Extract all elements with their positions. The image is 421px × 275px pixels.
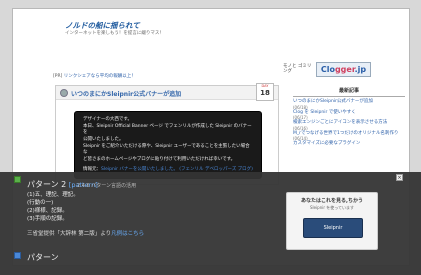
- overlay-title-2: パターン: [27, 253, 59, 262]
- definition-line: (3)手順の記録。: [27, 216, 68, 222]
- pr-notice[interactable]: [PR] リンクシェアなら平均の報酬以上！: [53, 73, 136, 79]
- definition-line: (2)様様、記録。: [27, 208, 68, 214]
- blog-subtitle: インターネットを楽しもう！を提言に綴りマス！: [65, 31, 164, 36]
- banner-logo-accent: gger: [334, 65, 355, 74]
- post-title[interactable]: いつのまにかSleipnir公式バナーが追加: [71, 89, 181, 98]
- definition-line: (行動の一): [27, 200, 54, 206]
- day-number: 18: [260, 89, 270, 97]
- source-text: 三省堂提供「大辞林 第二版」より: [27, 231, 112, 237]
- definition-list: (1)五、理記、理記。 (行動の一) (2)様様、記録。 (3)手順の記録。: [27, 191, 79, 223]
- definition-line: (1)五、理記、理記。: [27, 192, 79, 198]
- clogger-banner[interactable]: Clogger.jp: [316, 62, 371, 77]
- banner-logo-end: .jp: [354, 65, 367, 74]
- sleipnir-banner-button[interactable]: Sleipnir: [303, 218, 363, 238]
- close-icon[interactable]: ×: [396, 174, 403, 181]
- blue-square-icon: [14, 252, 21, 259]
- sidebar-item[interactable]: カスタマイズに必要なプラグイン: [293, 141, 405, 147]
- pr-link[interactable]: リンクシェアなら平均の報酬以上！: [64, 74, 136, 79]
- banner-caption: モノと ゴミリング: [283, 64, 312, 74]
- overlay-description: 2.4.6 パターン言語の活用: [77, 183, 137, 189]
- tooltip-line: デザイナーの大西です。: [83, 117, 132, 122]
- post-bullet-icon: [60, 89, 68, 97]
- card-subtitle: Sleipnir を使っています: [309, 205, 355, 210]
- blog-header: ノルドの船に揺られて インターネットを楽しもう！を提言に綴りマス！: [13, 9, 409, 69]
- overlay-title-text: パターン 2: [27, 180, 67, 189]
- blog-post: いつのまにかSleipnir公式バナーが追加 DAY 18 デザイナーの大西です…: [55, 83, 279, 185]
- sidebar-title: 最新記事: [293, 85, 405, 97]
- source-note: 三省堂提供「大辞林 第二版」より凡例はこちら: [27, 229, 144, 237]
- pr-tag: [PR]: [53, 74, 63, 79]
- source-link[interactable]: 凡例はこちら: [111, 231, 144, 237]
- tooltip-line: 公開いたしました。: [83, 137, 124, 142]
- sleipnir-card: あなたはこれを見る,ちかう Sleipnir を使っています Sleipnir: [286, 192, 378, 250]
- tooltip-popup: デザイナーの大西です。 本日、Sleipnir Official Banner …: [74, 111, 262, 179]
- post-header: いつのまにかSleipnir公式バナーが追加: [56, 86, 278, 100]
- tooltip-line: 本日、Sleipnir Official Banner ページ でフェンリルが作…: [83, 124, 252, 135]
- card-title: あなたはこれを見る,ちかう: [301, 198, 363, 204]
- tooltip-line: Sleipnir をご紹介いただける際や、Sleipnir ユーザーであることを…: [83, 144, 250, 155]
- green-square-icon: [14, 176, 21, 183]
- dictionary-overlay: パターン 2 [pattern] 2.4.6 パターン言語の活用 × (1)五、…: [0, 172, 421, 275]
- tooltip-line: ど皆さまのホームページやブログに貼り付けて利用いただければ幸いです。: [83, 157, 236, 162]
- date-badge: DAY 18: [256, 83, 274, 101]
- sidebar-item[interactable]: M_rでつなげる世界で1つだけのオリジナル名刺作り: [293, 131, 405, 137]
- banner-logo-main: Clo: [320, 65, 335, 74]
